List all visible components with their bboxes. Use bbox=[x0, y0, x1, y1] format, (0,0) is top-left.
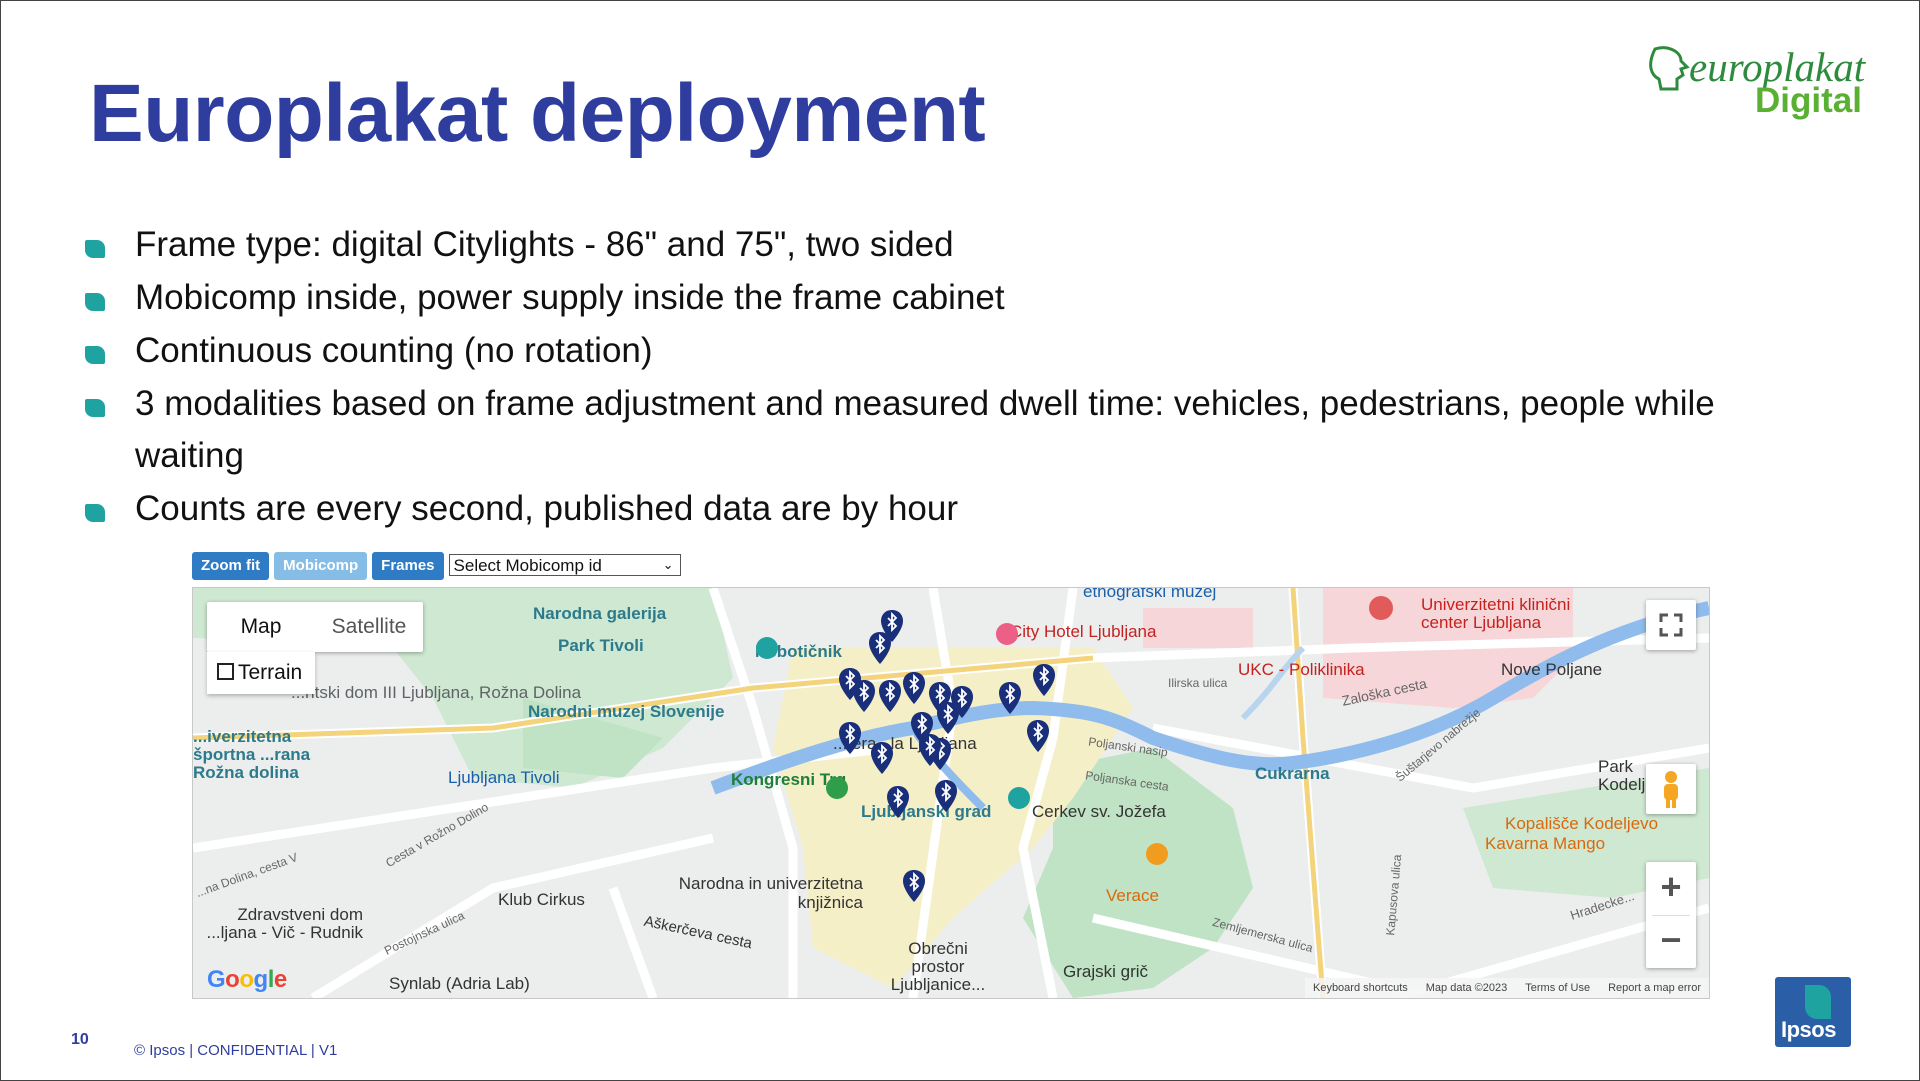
pegman-icon bbox=[1664, 771, 1678, 808]
map-label: Narodna galerija bbox=[533, 604, 667, 623]
bluetooth-icon[interactable] bbox=[887, 786, 909, 818]
europlakat-digital: Digital bbox=[1755, 81, 1862, 120]
map-label: Grajski grič bbox=[1063, 962, 1149, 981]
street-view-pegman[interactable] bbox=[1646, 764, 1696, 814]
bluetooth-icon[interactable] bbox=[999, 682, 1021, 714]
map-label: Obrečni prostor Ljubljanice... bbox=[890, 939, 986, 994]
hospital-icon bbox=[1369, 596, 1393, 620]
map-label: Kopališče Kodeljevo bbox=[1505, 814, 1659, 833]
map-label: Kavarna Mango bbox=[1485, 834, 1606, 853]
map-label: Cukrarna bbox=[1255, 764, 1330, 783]
zoom-in-button[interactable]: + bbox=[1646, 862, 1696, 915]
bluetooth-icon[interactable] bbox=[903, 672, 925, 704]
hotel-icon bbox=[996, 623, 1018, 645]
map-label: ...iverzitetna športna ...rana Rožna dol… bbox=[193, 727, 311, 782]
frames-button[interactable]: Frames bbox=[372, 552, 444, 580]
map-data-text: Map data ©2023 bbox=[1425, 982, 1508, 994]
map-label: Klub Cirkus bbox=[498, 890, 585, 909]
bullet-item: Continuous counting (no rotation) bbox=[85, 325, 1805, 377]
terms-link[interactable]: Terms of Use bbox=[1525, 978, 1590, 998]
bluetooth-icon[interactable] bbox=[853, 680, 875, 712]
restaurant-icon bbox=[1146, 843, 1168, 865]
bluetooth-icon[interactable] bbox=[937, 702, 959, 734]
map-label: Zdravstveni dom ...ljana - Vič - Rudnik bbox=[206, 905, 363, 942]
zoom-out-button[interactable]: − bbox=[1646, 915, 1696, 968]
chevron-down-icon: ⌄ bbox=[662, 557, 674, 572]
copyright-text: © Ipsos | CONFIDENTIAL | V1 bbox=[134, 1042, 338, 1059]
bullet-marker-icon bbox=[85, 240, 105, 258]
bullet-item: 3 modalities based on frame adjustment a… bbox=[85, 378, 1805, 482]
zoom-fit-button[interactable]: Zoom fit bbox=[192, 552, 270, 580]
zoom-divider bbox=[1652, 915, 1690, 916]
bullet-marker-icon bbox=[85, 346, 105, 364]
map-label: ...ntski dom III Ljubljana, Rožna Dolina bbox=[291, 683, 582, 702]
landmark-icon bbox=[1008, 787, 1030, 809]
europlakat-head-icon bbox=[1649, 46, 1690, 91]
bullet-list: Frame type: digital Citylights - 86" and… bbox=[85, 219, 1805, 536]
bluetooth-icon[interactable] bbox=[1033, 664, 1055, 696]
ipsos-mark-icon bbox=[1805, 985, 1831, 1019]
mobicomp-select[interactable]: Select Mobicomp id ⌄ bbox=[448, 554, 681, 576]
park-icon bbox=[826, 777, 848, 799]
map-type-satellite-button[interactable]: Satellite bbox=[315, 602, 423, 652]
fullscreen-button[interactable] bbox=[1646, 600, 1696, 650]
bullet-marker-icon bbox=[85, 504, 105, 522]
bluetooth-icon[interactable] bbox=[903, 870, 925, 902]
bullet-marker-icon bbox=[85, 399, 105, 417]
bullet-item: Mobicomp inside, power supply inside the… bbox=[85, 272, 1805, 324]
bluetooth-icon[interactable] bbox=[879, 680, 901, 712]
bluetooth-icon[interactable] bbox=[935, 780, 957, 812]
mobicomp-button[interactable]: Mobicomp bbox=[274, 552, 368, 580]
map-label: etnografski muzej bbox=[1083, 587, 1217, 601]
bluetooth-icon[interactable] bbox=[871, 742, 893, 774]
map-label: Synlab (Adria Lab) bbox=[389, 974, 530, 993]
bullet-marker-icon bbox=[85, 293, 105, 311]
europlakat-logo: europlakat Digital bbox=[1641, 39, 1881, 129]
zoom-control: + − bbox=[1646, 862, 1696, 968]
terrain-checkbox[interactable]: Terrain bbox=[207, 652, 315, 694]
page-number: 10 bbox=[71, 1031, 89, 1048]
map-attribution: Keyboard shortcuts Map data ©2023 Terms … bbox=[1304, 978, 1709, 998]
map-toolbar: Zoom fit Mobicomp Frames Select Mobicomp… bbox=[192, 552, 681, 580]
bluetooth-icon[interactable] bbox=[919, 734, 941, 766]
slide: Europlakat deployment europlakat Digital… bbox=[0, 0, 1920, 1081]
bluetooth-icon[interactable] bbox=[869, 632, 891, 664]
report-error-link[interactable]: Report a map error bbox=[1608, 978, 1701, 998]
map-label: Park Tivoli bbox=[558, 636, 644, 655]
map-view[interactable]: Narodna galerija Park Tivoli Nebotičnik … bbox=[192, 587, 1710, 999]
fullscreen-icon bbox=[1659, 613, 1683, 637]
checkbox-icon bbox=[217, 663, 234, 680]
poi-markers bbox=[756, 623, 1168, 865]
bluetooth-icon[interactable] bbox=[1027, 720, 1049, 752]
hospital-2-marker bbox=[1441, 618, 1481, 658]
map-label: Narodni muzej Slovenije bbox=[528, 702, 725, 721]
map-type-map-button[interactable]: Map bbox=[207, 602, 315, 652]
bluetooth-icon[interactable] bbox=[839, 722, 861, 754]
museum-icon bbox=[756, 637, 778, 659]
ipsos-logo: Ipsos bbox=[1775, 977, 1851, 1047]
keyboard-shortcuts-link[interactable]: Keyboard shortcuts bbox=[1313, 978, 1408, 998]
map-type-control: Map Satellite bbox=[207, 602, 423, 652]
bullet-item: Frame type: digital Citylights - 86" and… bbox=[85, 219, 1805, 271]
map-label: Ljubljana Tivoli bbox=[448, 768, 560, 787]
google-logo: Google bbox=[207, 966, 287, 993]
slide-title: Europlakat deployment bbox=[89, 68, 986, 159]
bullet-item: Counts are every second, published data … bbox=[85, 483, 1805, 535]
